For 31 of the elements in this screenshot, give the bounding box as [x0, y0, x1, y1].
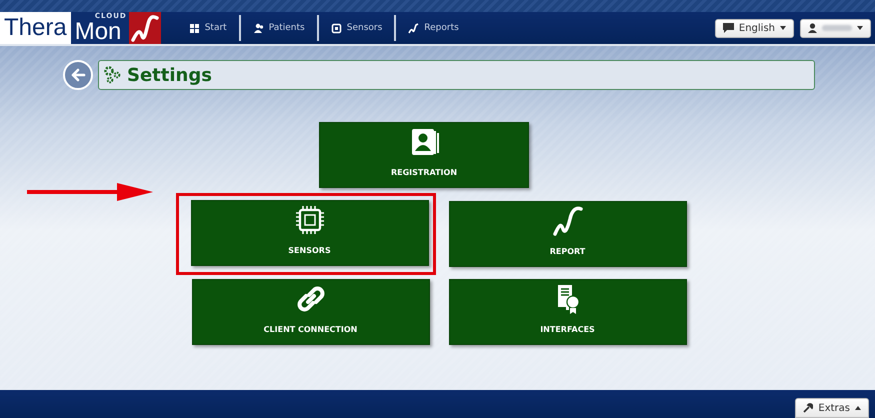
chip-icon [294, 204, 326, 236]
blurred-name [822, 25, 852, 31]
settings-tile[interactable]: REGISTRATION [319, 122, 529, 188]
curve-icon [408, 22, 420, 34]
settings-tile[interactable]: CLIENT CONNECTION [192, 279, 430, 345]
speech-bubble-icon [722, 23, 734, 33]
people-icon [252, 22, 264, 34]
language-dropdown[interactable]: English [714, 18, 794, 38]
user-dropdown[interactable] [800, 18, 871, 38]
gears-icon [103, 65, 123, 85]
grid-icon [188, 22, 200, 34]
caret-up-icon [855, 406, 861, 410]
chip-icon [330, 22, 342, 34]
nav-link[interactable]: Sensors [318, 22, 394, 34]
curve-logo [128, 12, 161, 44]
person-icon [808, 23, 817, 33]
settings-tile[interactable]: INTERFACES [448, 279, 686, 345]
nav-link[interactable]: Reports [396, 22, 471, 34]
settings-tile[interactable]: REPORT [448, 201, 686, 267]
caret-icon [780, 26, 786, 30]
extras-button[interactable]: Extras [795, 398, 869, 418]
logo-text: Thera [0, 12, 71, 44]
back-button[interactable] [63, 60, 93, 90]
settings-tile[interactable]: SENSORS [190, 200, 428, 266]
nav-link[interactable]: Patients [240, 22, 317, 34]
nav-link[interactable]: Start [176, 22, 239, 34]
logo-text: Mon [74, 20, 122, 43]
page-title: Settings [127, 64, 212, 86]
curve-icon [552, 205, 584, 237]
caret-icon [857, 26, 863, 30]
arrow-left-icon [70, 67, 86, 83]
